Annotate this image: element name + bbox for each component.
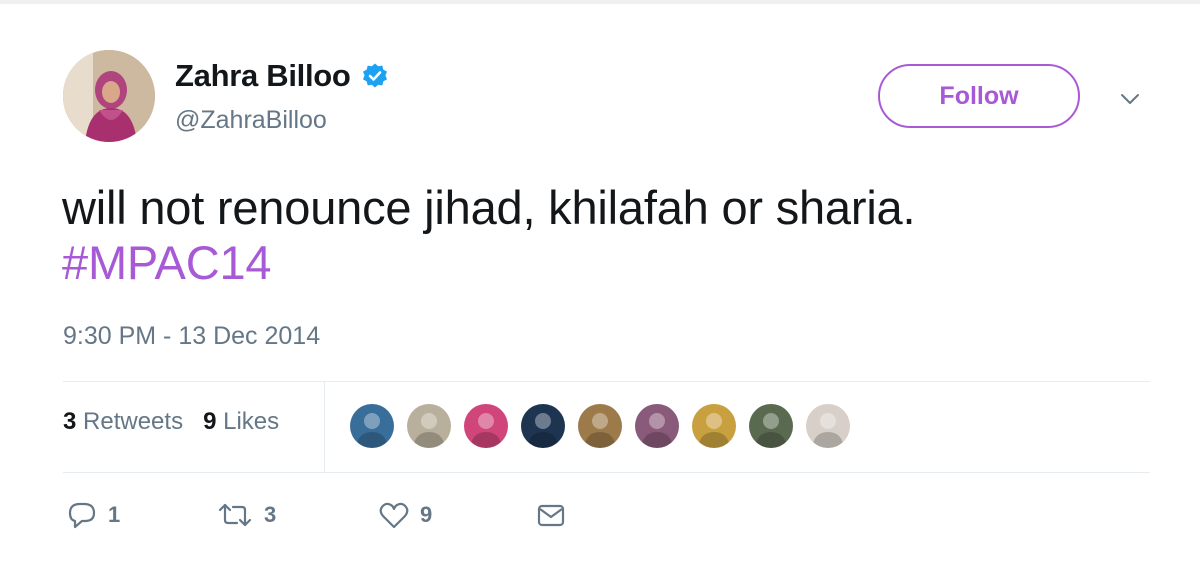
- tweet-text: will not renounce jihad, khilafah or sha…: [62, 180, 1142, 290]
- retweet-button[interactable]: 3: [216, 500, 276, 530]
- stats-bottom-divider: [63, 472, 1150, 473]
- reply-icon: [66, 500, 98, 530]
- liker-avatar[interactable]: [521, 404, 565, 448]
- liker-avatar[interactable]: [806, 404, 850, 448]
- envelope-icon: [536, 500, 566, 530]
- liker-avatar[interactable]: [692, 404, 736, 448]
- tweet-timestamp[interactable]: 9:30 PM - 13 Dec 2014: [63, 322, 320, 351]
- liker-avatar[interactable]: [635, 404, 679, 448]
- verified-badge-icon: [361, 62, 389, 90]
- retweet-icon: [216, 500, 254, 530]
- likes-label: Likes: [223, 408, 280, 435]
- retweet-count: 3: [264, 502, 277, 527]
- hashtag-link[interactable]: #MPAC14: [62, 235, 272, 290]
- avatar-image: [63, 50, 155, 142]
- heart-icon: [378, 500, 410, 530]
- stats-vertical-divider: [324, 381, 325, 472]
- chevron-down-icon[interactable]: [1119, 88, 1141, 110]
- avatar[interactable]: [63, 50, 155, 142]
- likes-count: 9: [203, 408, 217, 435]
- author-handle[interactable]: @ZahraBilloo: [175, 106, 327, 135]
- likes-stat[interactable]: 9 Likes: [203, 408, 279, 436]
- reply-button[interactable]: 1: [66, 500, 120, 530]
- author-name[interactable]: Zahra Billoo: [175, 58, 351, 94]
- reply-count: 1: [108, 502, 121, 527]
- liker-avatar[interactable]: [350, 404, 394, 448]
- retweets-count: 3: [63, 408, 77, 435]
- tweet-stats: 3 Retweets 9 Likes: [63, 408, 299, 436]
- likers-avatar-list: [350, 404, 863, 448]
- liker-avatar[interactable]: [749, 404, 793, 448]
- author-name-row: Zahra Billoo: [175, 58, 389, 94]
- liker-avatar[interactable]: [407, 404, 451, 448]
- tweet-body: will not renounce jihad, khilafah or sha…: [62, 181, 916, 234]
- liker-avatar[interactable]: [464, 404, 508, 448]
- liker-avatar[interactable]: [578, 404, 622, 448]
- top-edge: [0, 0, 1200, 4]
- like-count: 9: [420, 502, 433, 527]
- direct-message-button[interactable]: [536, 500, 566, 530]
- retweets-stat[interactable]: 3 Retweets: [63, 408, 183, 436]
- retweets-label: Retweets: [83, 408, 184, 435]
- stats-top-divider: [63, 381, 1150, 382]
- like-button[interactable]: 9: [378, 500, 432, 530]
- follow-button[interactable]: Follow: [878, 64, 1080, 128]
